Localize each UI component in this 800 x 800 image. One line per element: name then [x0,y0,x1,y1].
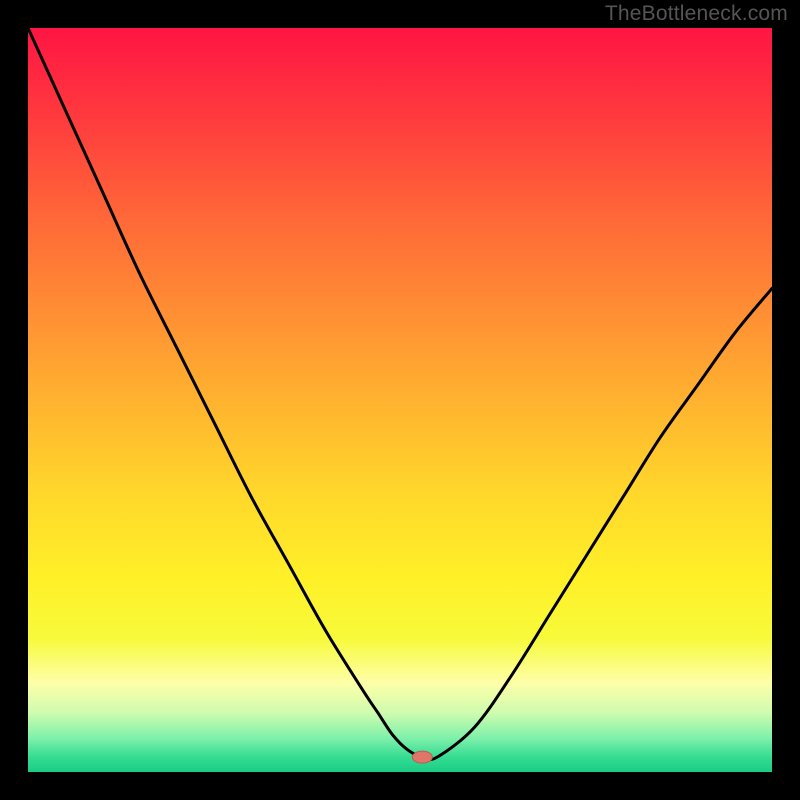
watermark-text: TheBottleneck.com [605,2,788,26]
curve-layer [28,28,772,772]
chart-frame: TheBottleneck.com [0,0,800,800]
optimal-marker [412,751,432,763]
bottleneck-curve [28,28,772,760]
plot-area [28,28,772,772]
